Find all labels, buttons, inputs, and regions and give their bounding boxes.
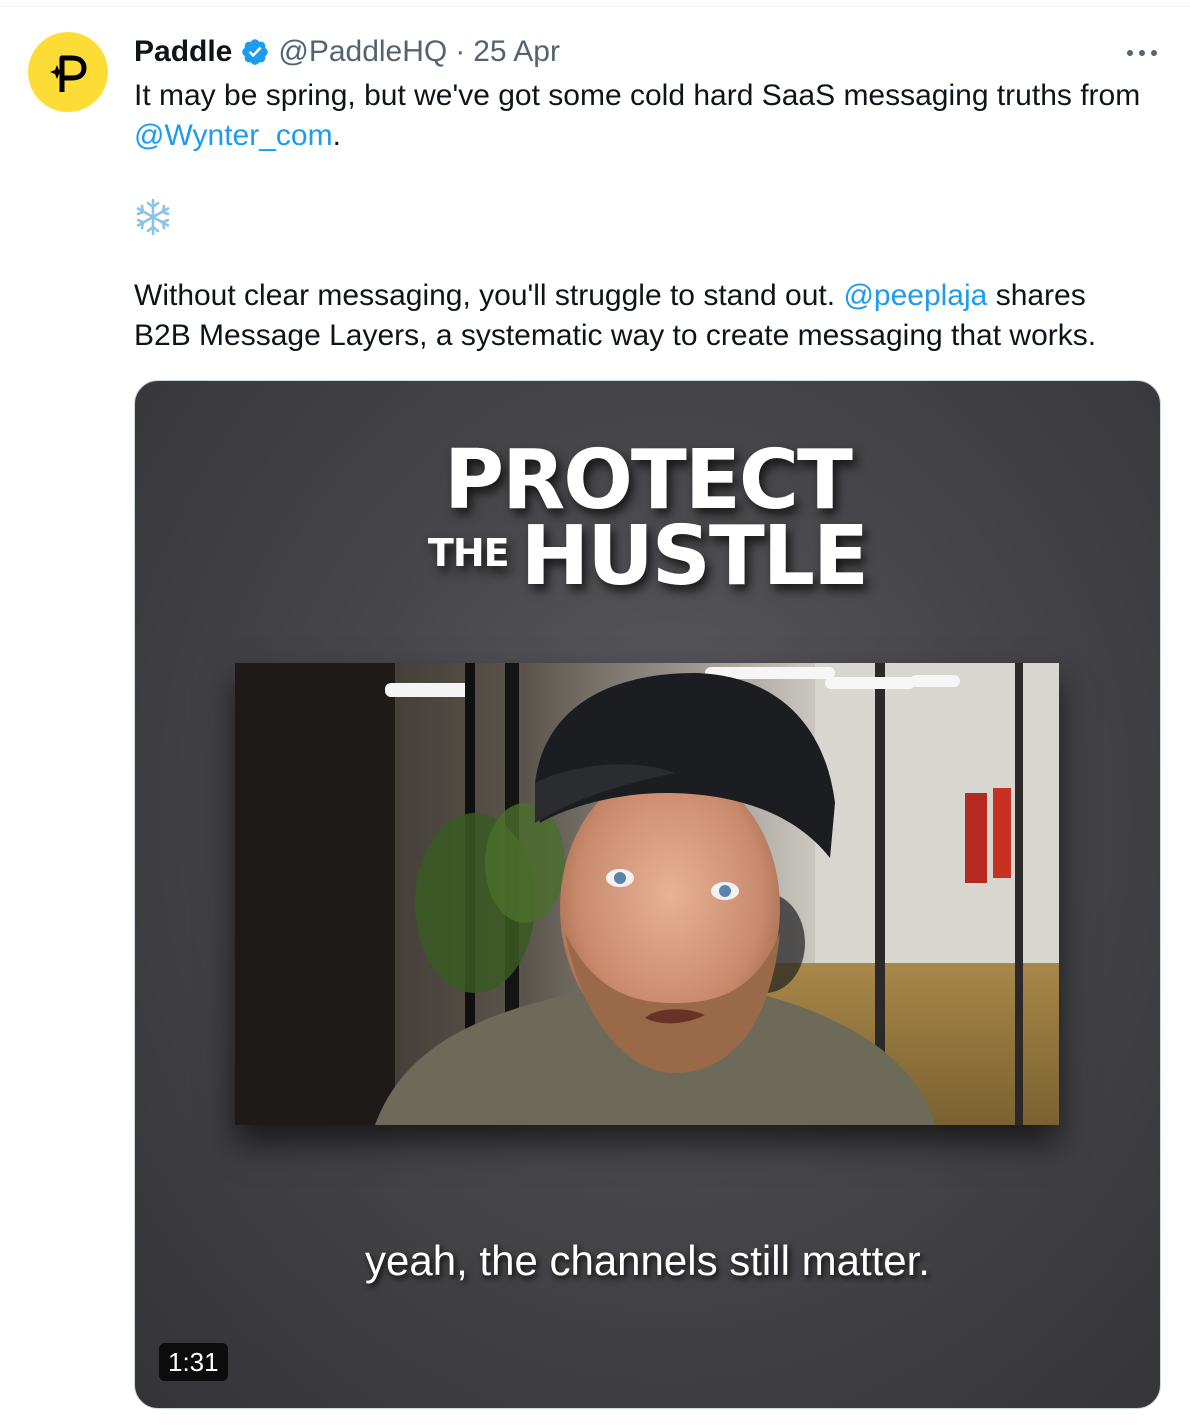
paddle-logo (50, 55, 87, 92)
separator: · (455, 35, 466, 68)
video-caption: yeah, the channels still matter. (365, 1237, 930, 1284)
more-icon[interactable] (1122, 38, 1162, 68)
mention-wynter-link[interactable]: @Wynter_com (134, 119, 333, 152)
video-player[interactable]: PROTECT THE HUSTLE yeah, the channels st… (134, 380, 1161, 1409)
author-handle[interactable]: @PaddleHQ (278, 35, 447, 69)
tweet-header: Paddle @PaddleHQ · 25 Apr (134, 30, 560, 74)
mention-peeplaja-link[interactable]: @peeplaja (843, 279, 987, 312)
top-divider (0, 6, 1190, 7)
para2-start: Without clear messaging, you'll struggle… (134, 279, 836, 312)
snowflake-emoji (134, 198, 172, 236)
brand-the: THE (427, 531, 510, 575)
brand-hustle: HUSTLE (520, 509, 869, 604)
video-duration-badge: 1:31 (159, 1343, 228, 1381)
avatar[interactable] (28, 32, 108, 112)
period: . (332, 119, 341, 152)
tweet-date[interactable]: 25 Apr (473, 35, 560, 69)
author-name[interactable]: Paddle (134, 35, 232, 69)
para2-mid: shares (995, 279, 1086, 312)
tweet-text-para2: Without clear messaging, you'll struggle… (134, 276, 1174, 356)
verified-badge-icon (240, 37, 270, 67)
video-frame-image (235, 663, 1059, 1125)
tweet-text-para1: It may be spring, but we've got some col… (134, 76, 1174, 156)
tweet-text-line1: It may be spring, but we've got some col… (134, 79, 1141, 112)
para2-line2: B2B Message Layers, a systematic way to … (134, 319, 1097, 352)
video-brand-logo: PROTECT THE HUSTLE (135, 440, 1160, 604)
